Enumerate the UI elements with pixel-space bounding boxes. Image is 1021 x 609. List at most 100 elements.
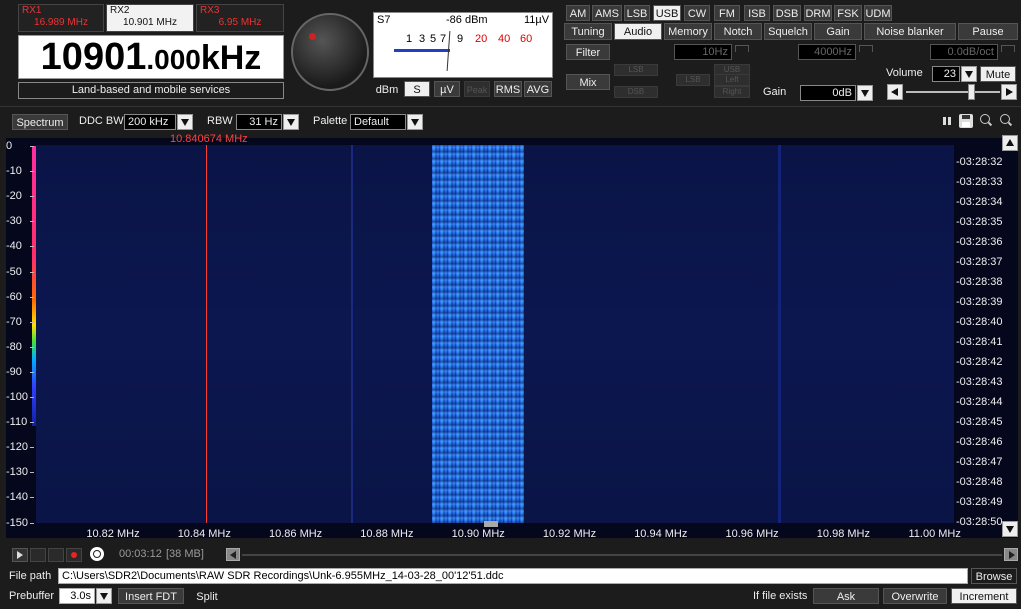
volume-left-arrow-icon[interactable] (887, 84, 903, 100)
loop-icon[interactable] (48, 548, 64, 562)
mode-fm-button[interactable]: FM (714, 5, 740, 21)
spectrum-button[interactable]: Spectrum (12, 114, 68, 130)
rx2-tab[interactable]: RX2 10.901 MHz (106, 4, 194, 32)
volume-slider[interactable] (906, 91, 1000, 93)
frequency-label: 10.90 MHz (451, 528, 505, 540)
time-label: -03:28:50 (956, 516, 1003, 528)
dim-right-button[interactable]: Right (714, 86, 750, 98)
play-icon[interactable] (12, 548, 28, 562)
y-axis-label: -20 (6, 190, 22, 203)
slope-spin-icon[interactable] (1001, 45, 1015, 52)
freq-unit: kHz (200, 39, 262, 77)
filter-low-spin-icon[interactable] (735, 45, 749, 52)
meter-uv-button[interactable]: µV (434, 81, 460, 97)
s-meter: S7 -86 dBm 11µV 1 3 5 7 9 20 40 60 (373, 12, 553, 78)
tab-noise-blanker[interactable]: Noise blanker (864, 23, 956, 40)
pause-icon[interactable] (941, 116, 953, 126)
mode-udm-button[interactable]: UDM (864, 5, 892, 21)
meter-s-button[interactable]: S (404, 81, 430, 97)
tab-notch[interactable]: Notch (714, 23, 762, 40)
mode-fsk-button[interactable]: FSK (834, 5, 862, 21)
meter-rms-button[interactable]: RMS (494, 81, 522, 97)
settings-icon[interactable] (90, 547, 104, 561)
rbw-field[interactable]: 31 Hz (236, 114, 282, 130)
time-label: -03:28:46 (956, 436, 1003, 448)
mode-lsb-button[interactable]: LSB (624, 5, 650, 21)
time-label: -03:28:36 (956, 236, 1003, 248)
meter-avg-button[interactable]: AVG (524, 81, 552, 97)
rbw-dropdown-icon[interactable] (283, 114, 299, 130)
tuning-knob[interactable] (291, 13, 369, 91)
mode-dsb-button[interactable]: DSB (773, 5, 801, 21)
volume-slider-thumb[interactable] (968, 84, 975, 100)
ddc-bw-field[interactable]: 200 kHz (124, 114, 176, 130)
file-path-input[interactable]: C:\Users\SDR2\Documents\RAW SDR Recordin… (58, 568, 968, 584)
gain-field[interactable]: 0dB (800, 85, 856, 101)
save-icon[interactable] (959, 114, 973, 128)
rx1-tab[interactable]: RX1 16.989 MHz (18, 4, 104, 32)
tab-tuning[interactable]: Tuning (564, 23, 612, 40)
volume-dropdown-icon[interactable] (961, 66, 977, 82)
mode-drm-button[interactable]: DRM (804, 5, 832, 21)
record-icon[interactable] (66, 548, 82, 562)
filter-slope-field[interactable]: 0.0dB/oct (930, 44, 998, 60)
freq-decimals: .000 (146, 44, 201, 75)
volume-right-arrow-icon[interactable] (1001, 84, 1017, 100)
dim-left-button[interactable]: Left (714, 74, 750, 86)
main-frequency-display[interactable]: 10901.000kHz (18, 35, 284, 79)
insert-fdt-button[interactable]: Insert FDT (118, 588, 184, 604)
time-label: -03:28:40 (956, 316, 1003, 328)
filter-high-spin-icon[interactable] (859, 45, 873, 52)
tab-gain[interactable]: Gain (814, 23, 862, 40)
volume-field[interactable]: 23 (932, 66, 960, 82)
tab-pause[interactable]: Pause (958, 23, 1018, 40)
filter-button[interactable]: Filter (566, 44, 610, 60)
ask-button[interactable]: Ask (813, 588, 879, 604)
zoom-out-icon[interactable] (1000, 114, 1013, 127)
s-meter-reading: S7 (377, 14, 391, 26)
tab-memory[interactable]: Memory (664, 23, 712, 40)
seek-bar[interactable] (242, 554, 1002, 556)
seek-left-arrow-icon[interactable] (226, 548, 240, 561)
filter-low-field[interactable]: 10Hz (674, 44, 732, 60)
meter-dbm-button[interactable]: dBm (374, 81, 400, 97)
y-axis-label: 0 (6, 140, 13, 152)
overwrite-button[interactable]: Overwrite (883, 588, 947, 604)
y-tick (30, 346, 34, 348)
dim-lsb-button[interactable]: LSB (614, 64, 658, 76)
mute-button[interactable]: Mute (980, 66, 1016, 82)
meter-scale-7: 7 (440, 33, 447, 45)
tab-audio[interactable]: Audio (614, 23, 662, 40)
gain-dropdown-icon[interactable] (857, 85, 873, 101)
browse-button[interactable]: Browse (971, 568, 1017, 584)
split-button[interactable]: Split (188, 588, 226, 604)
mode-isb-button[interactable]: ISB (744, 5, 770, 21)
tab-squelch[interactable]: Squelch (764, 23, 812, 40)
zoom-in-icon[interactable] (980, 114, 993, 127)
dim-lsb2-button[interactable]: LSB (676, 74, 710, 86)
waterfall-plot[interactable] (36, 145, 954, 523)
stop-icon[interactable] (30, 548, 46, 562)
mode-ams-button[interactable]: AMS (592, 5, 622, 21)
dim-dsb-button[interactable]: DSB (614, 86, 658, 98)
prebuffer-field[interactable]: 3.0s (59, 588, 95, 604)
meter-scale-20: 20 (475, 33, 488, 45)
scroll-up-icon[interactable] (1002, 135, 1018, 151)
meter-scale-3: 3 (419, 33, 426, 45)
palette-field[interactable]: Default (350, 114, 406, 130)
prebuffer-dropdown-icon[interactable] (96, 588, 112, 604)
scroll-down-icon[interactable] (1002, 521, 1018, 537)
mode-usb-button[interactable]: USB (653, 5, 681, 21)
mode-am-button[interactable]: AM (566, 5, 590, 21)
seek-right-arrow-icon[interactable] (1004, 548, 1018, 561)
mix-button[interactable]: Mix (566, 74, 610, 90)
y-axis-label: -70 (6, 315, 22, 328)
meter-peak-button[interactable]: Peak (464, 81, 490, 97)
tuning-marker[interactable] (484, 521, 498, 527)
rx3-tab[interactable]: RX3 6.95 MHz (196, 4, 284, 32)
filter-high-field[interactable]: 4000Hz (798, 44, 856, 60)
mode-cw-button[interactable]: CW (684, 5, 710, 21)
ddc-bw-dropdown-icon[interactable] (177, 114, 193, 130)
increment-button[interactable]: Increment (951, 588, 1017, 604)
palette-dropdown-icon[interactable] (407, 114, 423, 130)
